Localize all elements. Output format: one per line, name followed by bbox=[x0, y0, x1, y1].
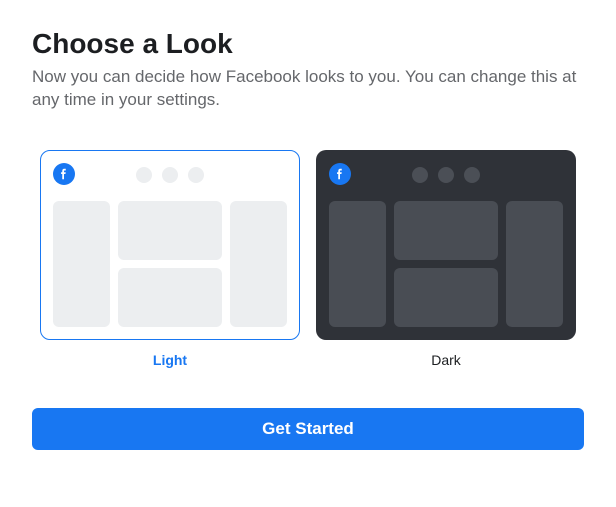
dot-icon bbox=[464, 167, 480, 183]
dot-icon bbox=[188, 167, 204, 183]
theme-card-light bbox=[40, 150, 300, 340]
preview-block bbox=[329, 201, 386, 327]
preview-block bbox=[394, 201, 497, 260]
nav-dots bbox=[412, 167, 480, 183]
dot-icon bbox=[412, 167, 428, 183]
dot-icon bbox=[136, 167, 152, 183]
layout-preview bbox=[53, 201, 287, 327]
theme-option-light[interactable]: Light bbox=[40, 150, 300, 368]
preview-block bbox=[118, 201, 221, 260]
theme-options: Light Dark bbox=[32, 150, 584, 368]
theme-card-dark bbox=[316, 150, 576, 340]
facebook-icon bbox=[329, 163, 351, 185]
preview-block bbox=[230, 201, 287, 327]
preview-block bbox=[394, 268, 497, 327]
nav-dots bbox=[136, 167, 204, 183]
preview-block bbox=[506, 201, 563, 327]
dot-icon bbox=[162, 167, 178, 183]
facebook-icon bbox=[53, 163, 75, 185]
page-subtitle: Now you can decide how Facebook looks to… bbox=[32, 66, 584, 112]
preview-block bbox=[53, 201, 110, 327]
layout-preview bbox=[329, 201, 563, 327]
theme-label-light: Light bbox=[40, 352, 300, 368]
get-started-button[interactable]: Get Started bbox=[32, 408, 584, 450]
page-title: Choose a Look bbox=[32, 28, 584, 60]
preview-block bbox=[118, 268, 221, 327]
dot-icon bbox=[438, 167, 454, 183]
theme-option-dark[interactable]: Dark bbox=[316, 150, 576, 368]
theme-label-dark: Dark bbox=[316, 352, 576, 368]
